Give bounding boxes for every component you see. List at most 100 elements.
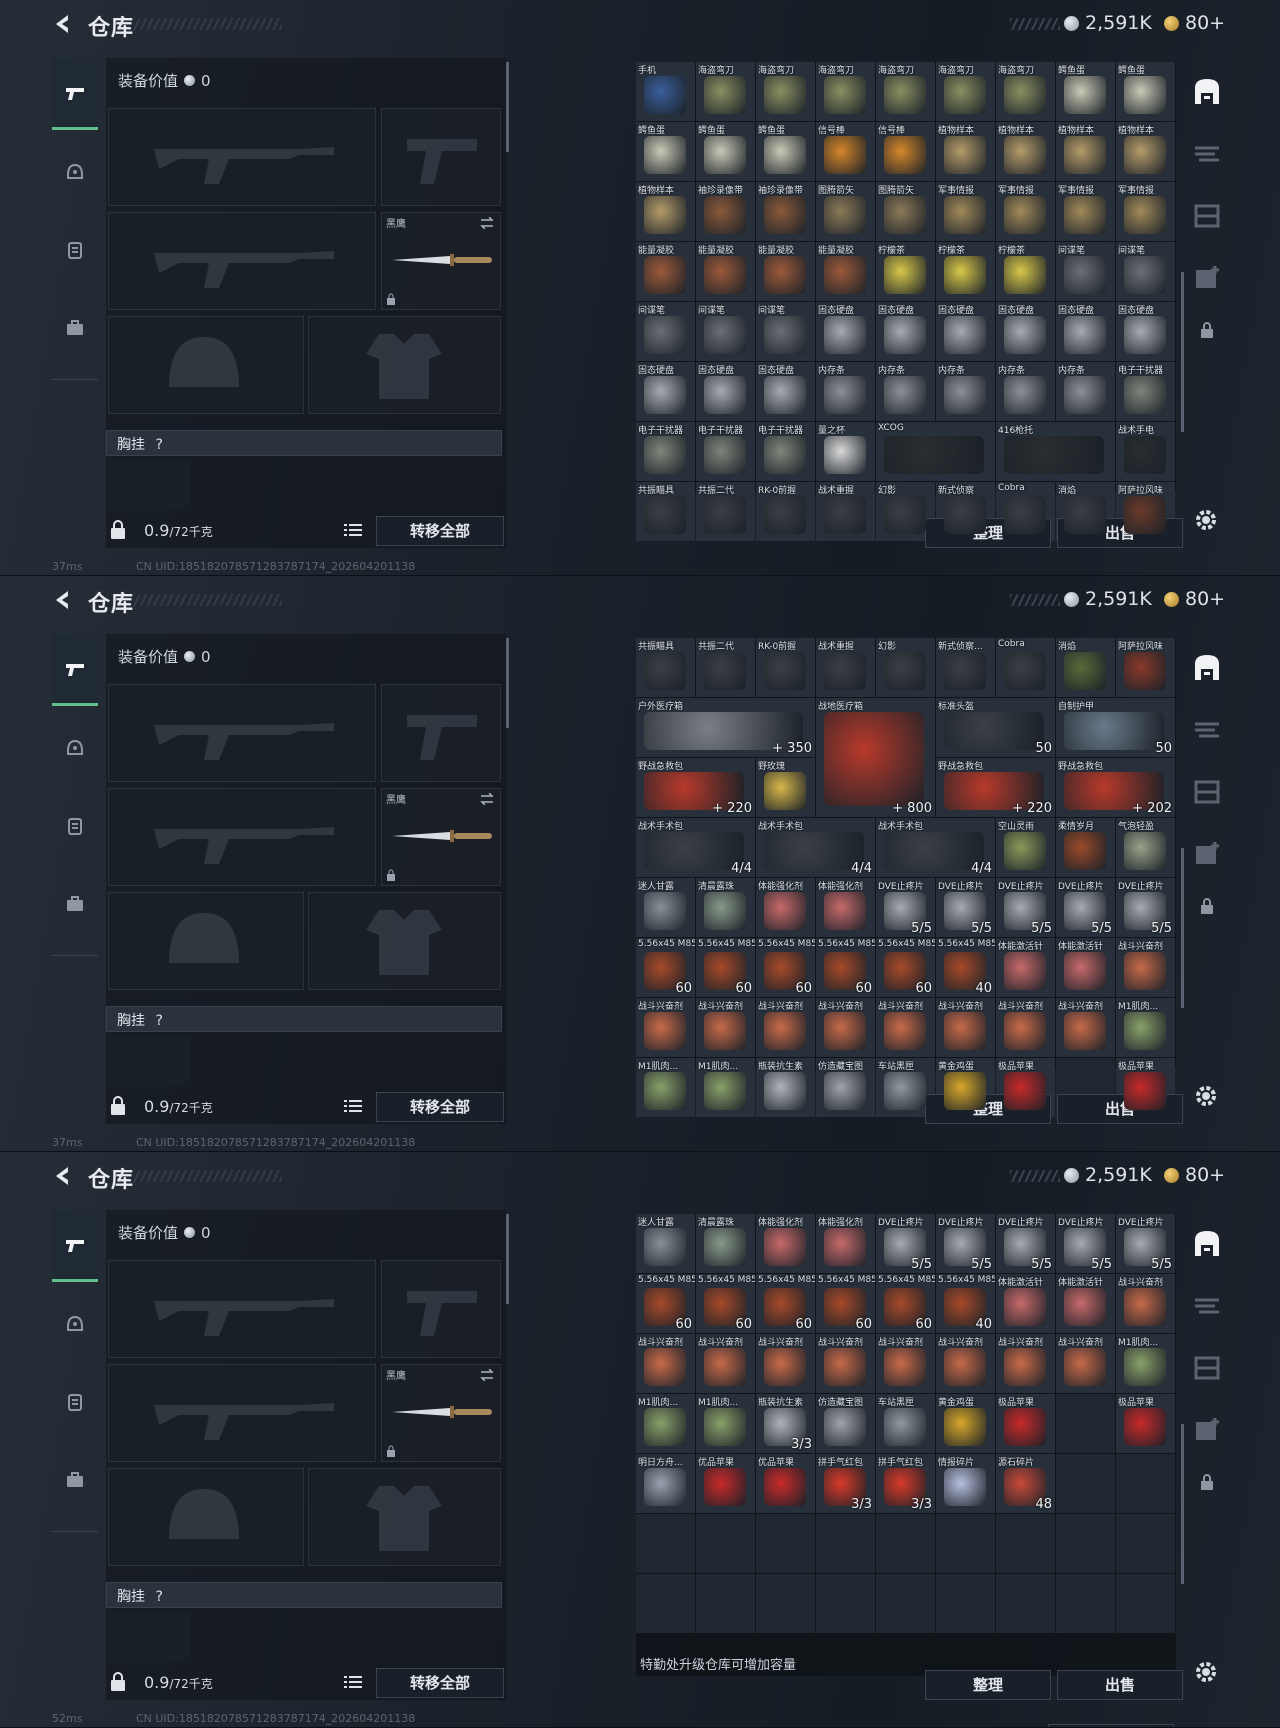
stash-item[interactable]: DVE止疼片 5/5 [996, 1214, 1055, 1273]
stash-item[interactable]: 极品苹果 [996, 1394, 1055, 1453]
stash-item[interactable]: 源石碎片 48 [996, 1454, 1055, 1513]
stash-item[interactable]: 固态硬盘 [756, 362, 815, 421]
stash-item[interactable]: 5.56x45 M855 60 [636, 1274, 695, 1333]
stash-item[interactable]: 固态硬盘 [996, 302, 1055, 361]
stash-item[interactable]: 体能强化剂 [816, 1214, 875, 1273]
stash-item[interactable]: 车站黑匣 [876, 1394, 935, 1453]
chest-rig-header[interactable]: 胸挂 ? [106, 1582, 502, 1608]
stash-item[interactable]: 海盗弯刀 [996, 62, 1055, 121]
chest-rig-slot[interactable] [106, 1612, 190, 1662]
stash-item[interactable]: 间谍笔 [636, 302, 695, 361]
nav-weapons[interactable] [52, 634, 98, 706]
stash-item[interactable]: 图腾箭矢 [816, 182, 875, 241]
stash-item[interactable]: M1肌肉... [696, 1058, 755, 1117]
nav-vest[interactable] [52, 790, 98, 862]
stash-item[interactable]: 战斗兴奋剂 [1056, 998, 1115, 1057]
stash-item[interactable]: 战斗兴奋剂 [996, 1334, 1055, 1393]
stash-item[interactable]: 海盗弯刀 [756, 62, 815, 121]
stash-item[interactable]: 空山灵雨 [996, 818, 1055, 877]
stash-item[interactable]: 固态硬盘 [876, 302, 935, 361]
stash-item[interactable]: 鳄鱼蛋 [756, 122, 815, 181]
gear-icon[interactable] [1193, 1659, 1219, 1685]
stash-item[interactable]: 战术手术包 4/4 [756, 818, 875, 877]
armor-slot[interactable] [308, 892, 501, 990]
armor-slot[interactable] [308, 316, 501, 414]
stash-item[interactable]: 战斗兴奋剂 [1116, 1274, 1175, 1333]
nav-armor[interactable] [52, 136, 98, 208]
stash-item[interactable]: 极品苹果 [1116, 1394, 1175, 1453]
stash-item[interactable]: 袖珍录像带 [756, 182, 815, 241]
stash-item[interactable]: 战斗兴奋剂 [936, 1334, 995, 1393]
stash-item[interactable]: 黄金鸡蛋 [936, 1394, 995, 1453]
stash-item[interactable]: 5.56x45 M855 60 [876, 1274, 935, 1333]
nav-armor[interactable] [52, 1288, 98, 1360]
stash-item[interactable]: 战术手电 [1116, 422, 1175, 481]
swap-icon[interactable] [480, 793, 494, 805]
stash-item[interactable]: 仿造藏宝图 [816, 1394, 875, 1453]
stash-item[interactable]: 标准头盔 50 [936, 698, 1055, 757]
stash-item[interactable]: 拼手气红包 3/3 [816, 1454, 875, 1513]
storage-icon[interactable] [1189, 774, 1225, 810]
stash-item[interactable]: 电子干扰器 [756, 422, 815, 481]
stash-item[interactable]: 优品苹果 [696, 1454, 755, 1513]
stash-item[interactable]: 阿萨拉风味 [1116, 638, 1175, 697]
stash-item[interactable]: 5.56x45 M855 60 [756, 1274, 815, 1333]
stash-item[interactable]: 手机 [636, 62, 695, 121]
stash-item[interactable]: 明日方舟... [636, 1454, 695, 1513]
silver-currency[interactable]: 2,591K [1064, 588, 1152, 610]
gear-icon[interactable] [1193, 507, 1219, 533]
stash-item[interactable]: 固态硬盘 [816, 302, 875, 361]
list-icon[interactable] [344, 522, 362, 538]
back-arrow-icon[interactable] [52, 589, 74, 611]
stash-item[interactable]: 拼手气红包 3/3 [876, 1454, 935, 1513]
stash-item[interactable]: 416枪托 [996, 422, 1115, 481]
stash-item[interactable]: 鳄鱼蛋 [1056, 62, 1115, 121]
back-arrow-icon[interactable] [52, 1165, 74, 1187]
nav-armor[interactable] [52, 712, 98, 784]
melee-slot[interactable]: 黑鹰 [381, 788, 501, 886]
stash-item[interactable]: 清晨露珠 [696, 878, 755, 937]
stash-item[interactable]: 瓶装抗生素 3/3 [756, 1394, 815, 1453]
stash-item[interactable]: 内存条 [876, 362, 935, 421]
stash-item[interactable]: DVE止疼片 5/5 [1056, 878, 1115, 937]
stash-item[interactable]: 植物样本 [1116, 122, 1175, 181]
chest-rig-header[interactable]: 胸挂 ? [106, 1006, 502, 1032]
stash-item[interactable]: 清晨露珠 [696, 1214, 755, 1273]
stash-item[interactable]: 5.56x45 M855 60 [696, 938, 755, 997]
stash-item[interactable]: 体能激活针 [1056, 1274, 1115, 1333]
stash-item[interactable]: 间谍笔 [756, 302, 815, 361]
stash-item[interactable]: 户外医疗箱 + 350 [636, 698, 815, 757]
primary-weapon-slot[interactable] [108, 108, 376, 206]
stash-item[interactable]: 植物样本 [936, 122, 995, 181]
stash-item[interactable]: 植物样本 [636, 182, 695, 241]
stash-item[interactable]: 战斗兴奋剂 [936, 998, 995, 1057]
stash-item[interactable]: 5.56x45 M855 60 [816, 1274, 875, 1333]
stash-item[interactable]: 内存条 [816, 362, 875, 421]
stash-item[interactable]: 5.56x45 M855 60 [876, 938, 935, 997]
nav-vest[interactable] [52, 214, 98, 286]
gear-icon[interactable] [1193, 1083, 1219, 1109]
stash-item[interactable]: 5.56x45 M855 60 [816, 938, 875, 997]
add-box-icon[interactable] [1189, 1412, 1225, 1448]
secondary-weapon-slot[interactable] [108, 788, 376, 886]
list-icon[interactable] [344, 1098, 362, 1114]
stash-item[interactable]: 野玫瑰 [756, 758, 815, 817]
stash-item[interactable]: 野战急救包 + 202 [1056, 758, 1175, 817]
stash-item[interactable]: 新式侦察... [936, 638, 995, 697]
stash-item[interactable]: 战斗兴奋剂 [816, 1334, 875, 1393]
stash-item[interactable]: 信号棒 [876, 122, 935, 181]
pistol-slot[interactable] [381, 684, 501, 782]
stash-item[interactable]: 能量凝胶 [756, 242, 815, 301]
stash-item[interactable]: 共振瞄具 [636, 638, 695, 697]
primary-weapon-slot[interactable] [108, 684, 376, 782]
stash-item[interactable]: 柠檬茶 [996, 242, 1055, 301]
stash-item[interactable]: 战术手术包 4/4 [876, 818, 995, 877]
storage-icon[interactable] [1189, 1350, 1225, 1386]
stash-item[interactable]: DVE止疼片 5/5 [1116, 1214, 1175, 1273]
stash-item[interactable]: DVE止疼片 5/5 [996, 878, 1055, 937]
stash-item[interactable]: 鳄鱼蛋 [696, 122, 755, 181]
stash-item[interactable]: 战斗兴奋剂 [996, 998, 1055, 1057]
stash-item[interactable]: 战斗兴奋剂 [756, 1334, 815, 1393]
stash-item[interactable]: 战斗兴奋剂 [816, 998, 875, 1057]
transfer-all-button[interactable]: 转移全部 [376, 1092, 504, 1122]
